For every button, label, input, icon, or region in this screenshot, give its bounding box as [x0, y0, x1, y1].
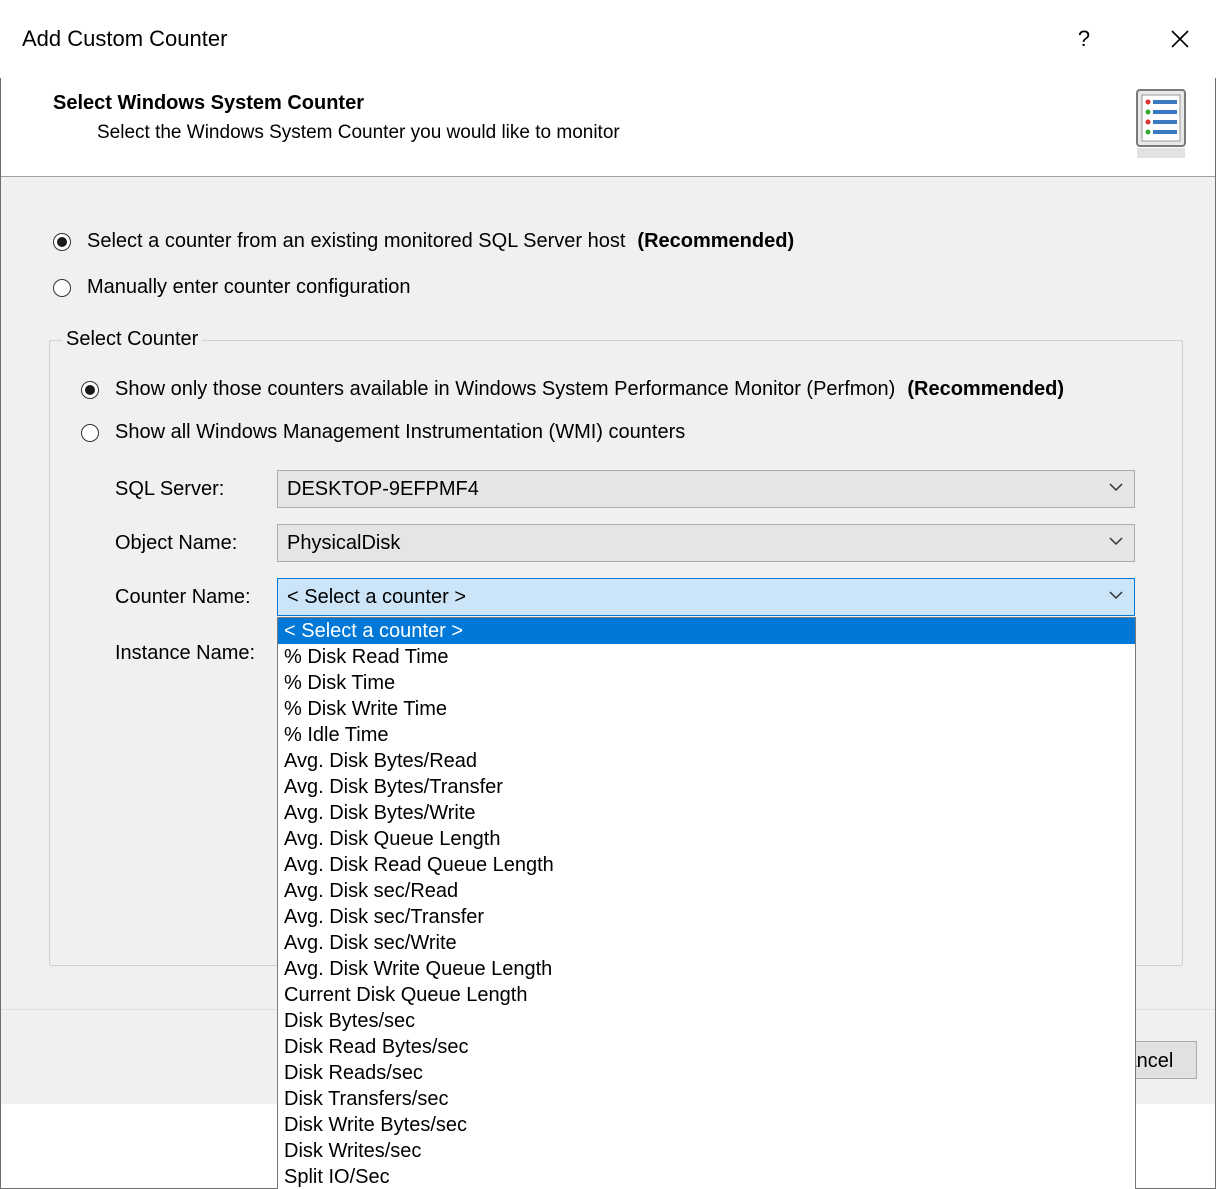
recommended-label: (Recommended) — [637, 230, 795, 252]
dropdown-option[interactable]: % Disk Time — [278, 670, 1135, 696]
object-name-value: PhysicalDisk — [287, 532, 401, 554]
dropdown-option[interactable]: < Select a counter > — [278, 618, 1135, 644]
window-title: Add Custom Counter — [22, 26, 228, 51]
dropdown-option[interactable]: Avg. Disk Bytes/Read — [278, 748, 1135, 774]
radio-existing-host-label: Select a counter from an existing monito… — [87, 230, 626, 252]
radio-existing-host[interactable]: Select a counter from an existing monito… — [53, 230, 794, 253]
select-counter-legend: Select Counter — [62, 328, 203, 351]
counter-list-icon — [1136, 89, 1186, 158]
close-button[interactable] — [1160, 22, 1200, 56]
counter-dropdown-list[interactable]: < Select a counter >% Disk Read Time% Di… — [277, 617, 1136, 1189]
radio-wmi-label: Show all Windows Management Instrumentat… — [115, 421, 686, 443]
chevron-down-icon — [1109, 483, 1123, 492]
radio-button-checked[interactable] — [81, 380, 99, 399]
help-button[interactable]: ? — [1066, 22, 1102, 56]
dropdown-option[interactable]: Avg. Disk Bytes/Write — [278, 800, 1135, 826]
chevron-down-icon — [1109, 537, 1123, 546]
radio-manual-config[interactable]: Manually enter counter configuration — [53, 276, 411, 299]
object-name-label: Object Name: — [115, 532, 238, 554]
dropdown-option[interactable]: Disk Transfers/sec — [278, 1086, 1135, 1112]
radio-perfmon-counters[interactable]: Show only those counters available in Wi… — [81, 378, 1064, 401]
dropdown-option[interactable]: Disk Reads/sec — [278, 1060, 1135, 1086]
dropdown-option[interactable]: Disk Write Bytes/sec — [278, 1112, 1135, 1138]
title-bar: Add Custom Counter ? — [0, 0, 1216, 78]
dropdown-option[interactable]: Avg. Disk sec/Transfer — [278, 904, 1135, 930]
chevron-down-icon — [1109, 591, 1123, 600]
dropdown-option[interactable]: % Disk Read Time — [278, 644, 1135, 670]
radio-manual-config-label: Manually enter counter configuration — [87, 276, 411, 298]
dropdown-option[interactable]: Disk Writes/sec — [278, 1138, 1135, 1164]
dropdown-option[interactable]: Split IO/Sec — [278, 1164, 1135, 1189]
sql-server-label: SQL Server: — [115, 478, 225, 500]
dropdown-option[interactable]: Avg. Disk sec/Read — [278, 878, 1135, 904]
dropdown-option[interactable]: Avg. Disk sec/Write — [278, 930, 1135, 956]
radio-button[interactable] — [53, 278, 71, 297]
page-subtitle: Select the Windows System Counter you wo… — [97, 122, 620, 143]
wizard-header: Select Windows System Counter Select the… — [1, 78, 1215, 177]
radio-perfmon-label: Show only those counters available in Wi… — [115, 378, 896, 400]
page-title: Select Windows System Counter — [53, 92, 364, 114]
dropdown-option[interactable]: Avg. Disk Bytes/Transfer — [278, 774, 1135, 800]
close-icon — [1171, 30, 1189, 48]
radio-wmi-counters[interactable]: Show all Windows Management Instrumentat… — [81, 421, 685, 444]
sql-server-value: DESKTOP-9EFPMF4 — [287, 478, 479, 500]
counter-name-value: < Select a counter > — [287, 586, 467, 608]
radio-button[interactable] — [81, 423, 99, 442]
dropdown-option[interactable]: % Idle Time — [278, 722, 1135, 748]
dropdown-option[interactable]: % Disk Write Time — [278, 696, 1135, 722]
sql-server-combo[interactable]: DESKTOP-9EFPMF4 — [277, 470, 1135, 508]
counter-name-combo[interactable]: < Select a counter > — [277, 578, 1135, 616]
instance-name-label: Instance Name: — [115, 642, 256, 664]
radio-button-checked[interactable] — [53, 232, 71, 251]
dropdown-option[interactable]: Avg. Disk Write Queue Length — [278, 956, 1135, 982]
dropdown-option[interactable]: Disk Read Bytes/sec — [278, 1034, 1135, 1060]
dropdown-option[interactable]: Current Disk Queue Length — [278, 982, 1135, 1008]
dropdown-option[interactable]: Disk Bytes/sec — [278, 1008, 1135, 1034]
recommended-label: (Recommended) — [907, 378, 1065, 400]
object-name-combo[interactable]: PhysicalDisk — [277, 524, 1135, 562]
dropdown-option[interactable]: Avg. Disk Read Queue Length — [278, 852, 1135, 878]
counter-name-label: Counter Name: — [115, 586, 251, 608]
dropdown-option[interactable]: Avg. Disk Queue Length — [278, 826, 1135, 852]
